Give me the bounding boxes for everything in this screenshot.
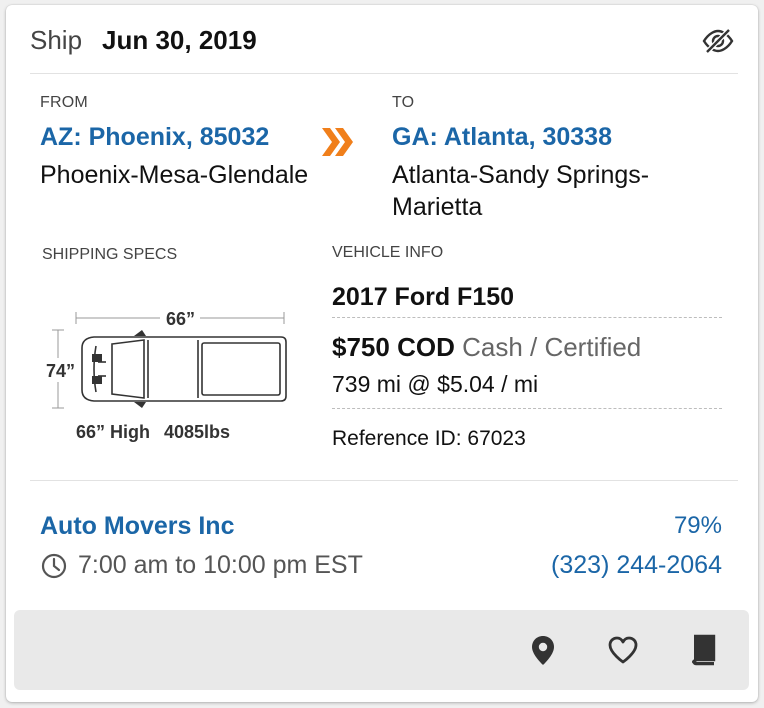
book-icon[interactable] xyxy=(687,634,719,666)
card-footer-actions xyxy=(14,610,749,690)
shipping-specs-label: SHIPPING SPECS xyxy=(42,246,178,263)
to-metro: Atlanta-Sandy Springs-Marietta xyxy=(392,161,650,221)
vehicle-name: 2017 Ford F150 xyxy=(332,283,515,311)
length-dimension: 66” xyxy=(166,309,196,329)
company-name-link[interactable]: Auto Movers Inc xyxy=(40,512,234,541)
price-value: $750 COD xyxy=(332,332,455,362)
payment-method: Cash / Certified xyxy=(462,332,642,362)
width-dimension: 74” xyxy=(46,361,76,381)
from-label: FROM xyxy=(40,94,88,111)
eye-slash-icon[interactable] xyxy=(702,27,734,55)
dashed-divider xyxy=(332,317,722,318)
map-pin-icon[interactable] xyxy=(527,634,559,666)
vehicle-dimensions-diagram: 66” 74” xyxy=(36,300,296,420)
ship-date: Jun 30, 2019 xyxy=(102,25,257,55)
heart-icon[interactable] xyxy=(607,634,639,666)
dashed-divider xyxy=(332,408,722,409)
reference-id: Reference ID: 67023 xyxy=(332,427,526,450)
rate-per-mile: 739 mi @ $5.04 / mi xyxy=(332,371,539,397)
clock-icon xyxy=(41,553,67,578)
hours-text: 7:00 am to 10:00 pm EST xyxy=(78,551,363,579)
card-header: Ship Jun 30, 2019 xyxy=(30,25,734,61)
to-location-link[interactable]: GA: Atlanta, 30338 xyxy=(392,123,612,152)
from-metro: Phoenix-Mesa-Glendale xyxy=(40,161,309,189)
vehicle-info-label: VEHICLE INFO xyxy=(332,244,444,261)
specs-summary: 66” High 4085lbs xyxy=(76,422,244,443)
section-divider xyxy=(30,480,738,481)
ship-label: Ship xyxy=(30,25,83,55)
double-chevron-right-icon xyxy=(320,126,356,158)
business-hours: 7:00 am to 10:00 pm EST xyxy=(40,551,363,580)
load-card: Ship Jun 30, 2019 FROM AZ: Phoenix, 8503… xyxy=(6,5,758,702)
company-rating: 79% xyxy=(673,512,722,539)
height-value: 66” High xyxy=(76,422,151,442)
header-divider xyxy=(30,73,738,74)
weight-value: 4085lbs xyxy=(164,422,231,442)
from-location-link[interactable]: AZ: Phoenix, 85032 xyxy=(40,123,269,152)
phone-link[interactable]: (323) 244-2064 xyxy=(551,551,722,580)
to-label: TO xyxy=(392,94,415,111)
price-line: $750 COD Cash / Certified xyxy=(332,332,641,363)
